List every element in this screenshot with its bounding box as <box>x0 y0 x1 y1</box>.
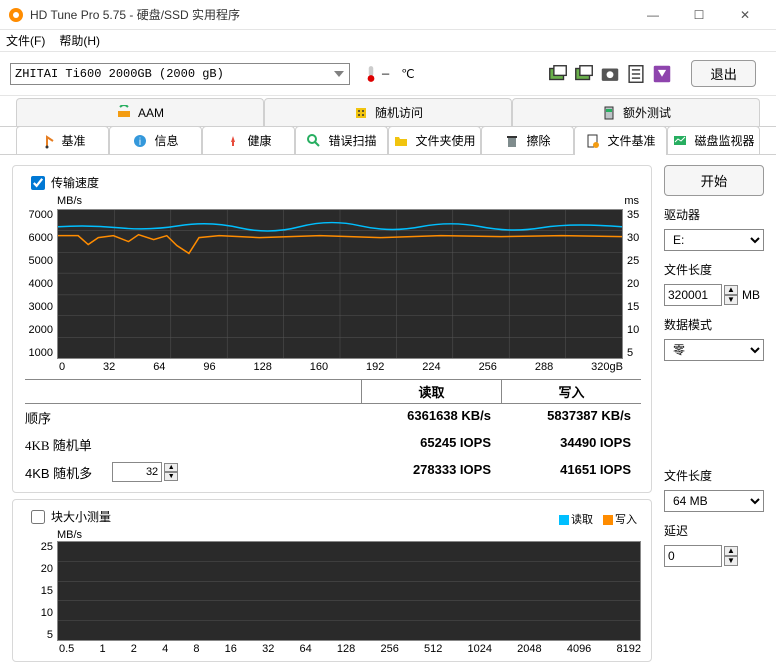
tab-disk-monitor[interactable]: 磁盘监视器 <box>667 126 760 154</box>
y-axis-right-unit: ms <box>624 195 641 207</box>
maximize-button[interactable]: ☐ <box>676 0 722 30</box>
block-size-panel: 块大小测量 读取 写入 MB/s 25 20 15 10 5 <box>12 499 652 662</box>
tab-extra-tests[interactable]: 额外测试 <box>512 98 760 126</box>
app-icon <box>8 7 24 23</box>
transfer-panel: 传输速度 MB/s ms 7000 6000 5000 4000 3000 20… <box>12 165 652 493</box>
menubar: 文件(F) 帮助(H) <box>0 30 776 52</box>
copy-text-icon[interactable] <box>624 62 648 86</box>
tab-label: 健康 <box>247 132 271 149</box>
delay-up[interactable]: ▲ <box>724 546 738 556</box>
minimize-button[interactable]: — <box>630 0 676 30</box>
table-row: 4KB 随机单 65245 IOPS 34490 IOPS <box>25 431 641 458</box>
file-length-label: 文件长度 <box>664 261 764 278</box>
col-read: 读取 <box>361 380 501 403</box>
file-length2-label: 文件长度 <box>664 467 764 484</box>
svg-text:i: i <box>139 137 141 148</box>
legend-read: 读取 <box>571 514 593 526</box>
tab-info[interactable]: i 信息 <box>109 126 202 154</box>
tab-label: 文件夹使用 <box>415 132 475 149</box>
file-length-down[interactable]: ▼ <box>724 295 738 305</box>
sidebar: 开始 驱动器 E: 文件长度 ▲ ▼ MB 数据模式 零 文件长度 64 MB … <box>664 165 764 662</box>
table-row: 4KB 随机多 ▲ ▼ 278333 IOPS 41651 IOPS <box>25 458 641 486</box>
temp-value: — <box>382 67 389 81</box>
tab-folder-usage[interactable]: 文件夹使用 <box>388 126 481 154</box>
tab-label: 随机访问 <box>375 104 423 121</box>
copy-chart1-icon[interactable] <box>546 62 570 86</box>
content: 传输速度 MB/s ms 7000 6000 5000 4000 3000 20… <box>0 155 776 668</box>
tab-aam[interactable]: AAM <box>16 98 264 126</box>
delay-label: 延迟 <box>664 522 764 539</box>
tab-benchmark[interactable]: 基准 <box>16 126 109 154</box>
tab-label: 磁盘监视器 <box>694 132 754 149</box>
drive-letter-select[interactable]: E: <box>664 229 764 251</box>
menu-file[interactable]: 文件(F) <box>6 32 45 49</box>
data-mode-label: 数据模式 <box>664 316 764 333</box>
save-icon[interactable] <box>650 62 674 86</box>
transfer-chart-xaxis: 0 32 64 96 128 160 192 224 256 288 320gB <box>25 359 641 373</box>
transfer-checkbox[interactable]: 传输速度 <box>31 174 641 191</box>
menu-help[interactable]: 帮助(H) <box>59 32 100 49</box>
tab-erase[interactable]: 擦除 <box>481 126 574 154</box>
transfer-checkbox-input[interactable] <box>31 176 45 190</box>
result-header: 读取 写入 <box>25 379 641 404</box>
block-size-xaxis: 0.5 1 2 4 8 16 32 64 128 256 512 1024 20… <box>25 641 641 655</box>
window-title: HD Tune Pro 5.75 - 硬盘/SSD 实用程序 <box>30 6 630 23</box>
screenshot-icon[interactable] <box>598 62 622 86</box>
tabs-row-2: 基准 i 信息 健康 错误扫描 文件夹使用 擦除 文件基准 磁盘监视器 <box>0 126 776 155</box>
delay-down[interactable]: ▼ <box>724 556 738 566</box>
y-axis-left-unit: MB/s <box>57 195 624 207</box>
tab-label: 信息 <box>154 132 178 149</box>
file-length-unit: MB <box>742 288 760 302</box>
drive-letter-label: 驱动器 <box>664 206 764 223</box>
copy-chart2-icon[interactable] <box>572 62 596 86</box>
transfer-checkbox-label: 传输速度 <box>51 174 99 191</box>
block-size-checkbox-input[interactable] <box>31 510 45 524</box>
titlebar: HD Tune Pro 5.75 - 硬盘/SSD 实用程序 — ☐ ✕ <box>0 0 776 30</box>
data-mode-select[interactable]: 零 <box>664 339 764 361</box>
file-length-input[interactable] <box>664 284 722 306</box>
legend-write: 写入 <box>615 514 637 526</box>
tab-label: 错误扫描 <box>328 132 376 149</box>
thermometer-icon <box>362 65 380 83</box>
queue-depth-up[interactable]: ▲ <box>164 463 178 472</box>
table-row: 顺序 6361638 KB/s 5837387 KB/s <box>25 404 641 431</box>
file-length-up[interactable]: ▲ <box>724 285 738 295</box>
tab-error-scan[interactable]: 错误扫描 <box>295 126 388 154</box>
exit-button[interactable]: 退出 <box>691 60 756 87</box>
delay-input[interactable] <box>664 545 722 567</box>
file-length2-select[interactable]: 64 MB <box>664 490 764 512</box>
tab-label: 基准 <box>61 132 85 149</box>
tab-label: 文件基准 <box>607 132 655 149</box>
col-write: 写入 <box>501 380 641 403</box>
tab-file-benchmark[interactable]: 文件基准 <box>574 126 667 154</box>
tab-label: AAM <box>138 106 164 120</box>
close-button[interactable]: ✕ <box>722 0 768 30</box>
block-size-checkbox[interactable]: 块大小测量 <box>31 508 559 525</box>
tab-random-access[interactable]: 随机访问 <box>264 98 512 126</box>
tab-label: 擦除 <box>526 132 550 149</box>
block-size-checkbox-label: 块大小测量 <box>51 508 111 525</box>
start-button[interactable]: 开始 <box>664 165 764 196</box>
toolbar: ZHITAI Ti600 2000GB (2000 gB) — ℃ 退出 <box>0 52 776 96</box>
queue-depth-down[interactable]: ▼ <box>164 472 178 481</box>
queue-depth-input[interactable] <box>112 462 162 482</box>
drive-select[interactable]: ZHITAI Ti600 2000GB (2000 gB) <box>10 63 350 85</box>
temp-unit: ℃ <box>401 67 414 81</box>
transfer-chart: 7000 6000 5000 4000 3000 2000 1000 <box>25 209 641 359</box>
y-axis-left-unit2: MB/s <box>57 529 641 541</box>
tab-health[interactable]: 健康 <box>202 126 295 154</box>
tabs-row-1: AAM 随机访问 额外测试 <box>0 96 776 127</box>
tab-label: 额外测试 <box>623 104 671 121</box>
block-size-chart: 25 20 15 10 5 <box>25 541 641 641</box>
